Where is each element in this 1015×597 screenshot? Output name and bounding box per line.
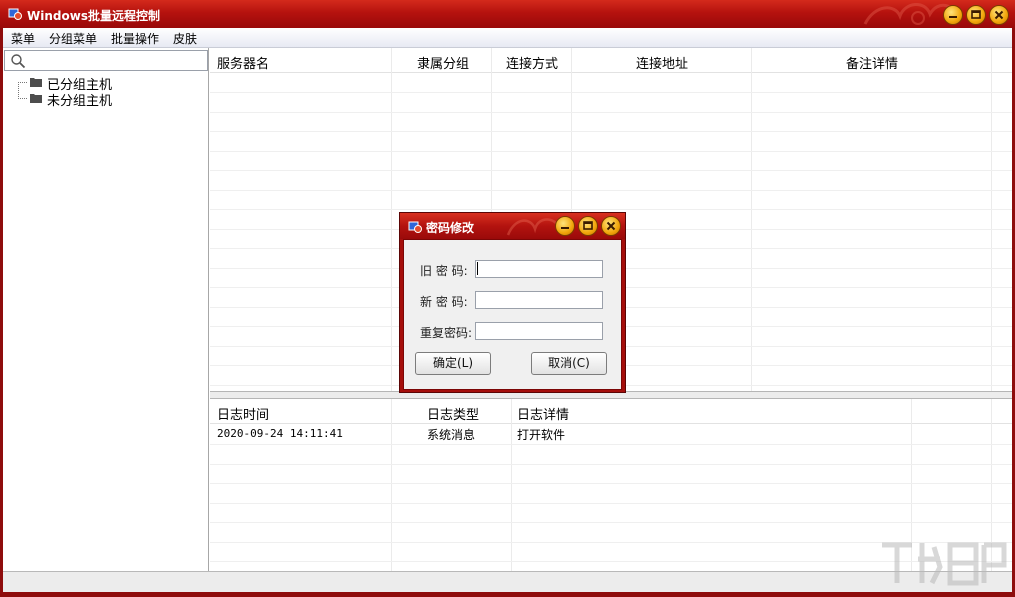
- grid-row-line: [210, 522, 1012, 523]
- tree-item-ungrouped-hosts[interactable]: 未分组主机: [3, 90, 208, 109]
- dialog-title-bar[interactable]: 密码修改: [400, 213, 625, 239]
- grid-row-line: [210, 503, 1012, 504]
- grid-row-line: [210, 483, 1012, 484]
- minimize-icon: [949, 16, 957, 18]
- password-change-dialog: 密码修改 旧 密 码: 新 密 码: 重复密码: 确定(L) 取消(C): [399, 212, 626, 393]
- close-icon: [606, 221, 616, 231]
- menu-item-group-menu[interactable]: 分组菜单: [49, 30, 97, 47]
- dialog-maximize-button[interactable]: [578, 216, 598, 236]
- column-header-connection-type[interactable]: 连接方式: [506, 53, 558, 72]
- ok-button[interactable]: 确定(L): [415, 352, 491, 375]
- log-detail-cell: 打开软件: [517, 428, 566, 442]
- server-table-header: 服务器名 隶属分组 连接方式 连接地址 备注详情: [210, 48, 1012, 73]
- menu-item-batch-operations[interactable]: 批量操作: [111, 30, 159, 47]
- text-cursor: [477, 262, 478, 275]
- old-password-label: 旧 密 码:: [420, 264, 468, 278]
- repeat-password-field[interactable]: [475, 322, 603, 340]
- grid-row-line: [210, 92, 1012, 93]
- cancel-button[interactable]: 取消(C): [531, 352, 607, 375]
- grid-row-line: [210, 131, 1012, 132]
- menu-bar: 菜单 分组菜单 批量操作 皮肤: [3, 28, 1012, 48]
- folder-icon: [30, 78, 42, 87]
- log-time-cell: 2020-09-24 14:11:41: [217, 427, 343, 440]
- minimize-icon: [561, 227, 569, 229]
- column-header-log-time[interactable]: 日志时间: [217, 404, 269, 423]
- host-tree-pane: 已分组主机 未分组主机: [3, 48, 209, 571]
- minimize-button[interactable]: [943, 5, 963, 25]
- title-bar[interactable]: Windows批量远程控制: [0, 0, 1015, 28]
- grid-row-line: [210, 209, 1012, 210]
- grid-row-line: [210, 112, 1012, 113]
- column-divider: [391, 48, 392, 391]
- maximize-icon: [971, 10, 981, 19]
- grid-row-line: [210, 151, 1012, 152]
- search-box[interactable]: [4, 50, 208, 71]
- column-divider: [991, 48, 992, 391]
- search-icon: [11, 54, 26, 69]
- maximize-button[interactable]: [966, 5, 986, 25]
- new-password-label: 新 密 码:: [420, 295, 468, 309]
- new-password-field[interactable]: [475, 291, 603, 309]
- column-header-log-detail[interactable]: 日志详情: [517, 404, 569, 423]
- window-title: Windows批量远程控制: [27, 9, 160, 23]
- grid-row-line: [210, 170, 1012, 171]
- dialog-body: 旧 密 码: 新 密 码: 重复密码: 确定(L) 取消(C): [403, 239, 622, 390]
- column-divider: [391, 399, 392, 571]
- tree-connector: [18, 98, 27, 99]
- log-type-cell: 系统消息: [427, 428, 476, 442]
- dialog-minimize-button[interactable]: [555, 216, 575, 236]
- app-icon: [408, 221, 422, 233]
- column-header-log-type[interactable]: 日志类型: [427, 404, 479, 423]
- grid-row-line: [210, 464, 1012, 465]
- grid-row-line: [210, 444, 1012, 445]
- tree-connector: [18, 82, 27, 83]
- column-header-connection-address[interactable]: 连接地址: [636, 53, 688, 72]
- column-header-remarks[interactable]: 备注详情: [846, 53, 898, 72]
- grid-row-line: [210, 190, 1012, 191]
- tree-item-grouped-hosts[interactable]: 已分组主机: [3, 74, 208, 93]
- old-password-field[interactable]: [475, 260, 603, 278]
- menu-item-skin[interactable]: 皮肤: [173, 30, 197, 47]
- app-icon: [8, 8, 22, 20]
- folder-icon: [30, 94, 42, 103]
- main-window: Windows批量远程控制 菜单 分组菜单 批量操作 皮肤 已分组主机 未分组主…: [0, 0, 1015, 597]
- status-bar: [3, 571, 1012, 592]
- tree-item-label: 未分组主机: [47, 94, 113, 109]
- close-button[interactable]: [989, 5, 1009, 25]
- maximize-icon: [583, 221, 593, 230]
- close-icon: [994, 10, 1004, 20]
- watermark-logo: [882, 542, 1007, 586]
- column-divider: [751, 48, 752, 391]
- column-divider: [511, 399, 512, 571]
- repeat-password-label: 重复密码:: [420, 326, 473, 340]
- search-input[interactable]: [29, 53, 205, 68]
- column-header-group[interactable]: 隶属分组: [417, 53, 469, 72]
- dialog-close-button[interactable]: [601, 216, 621, 236]
- column-header-server-name[interactable]: 服务器名: [217, 53, 269, 72]
- menu-item-menu[interactable]: 菜单: [11, 30, 35, 47]
- dialog-title: 密码修改: [426, 221, 475, 235]
- log-table-header: 日志时间 日志类型 日志详情: [210, 399, 1012, 424]
